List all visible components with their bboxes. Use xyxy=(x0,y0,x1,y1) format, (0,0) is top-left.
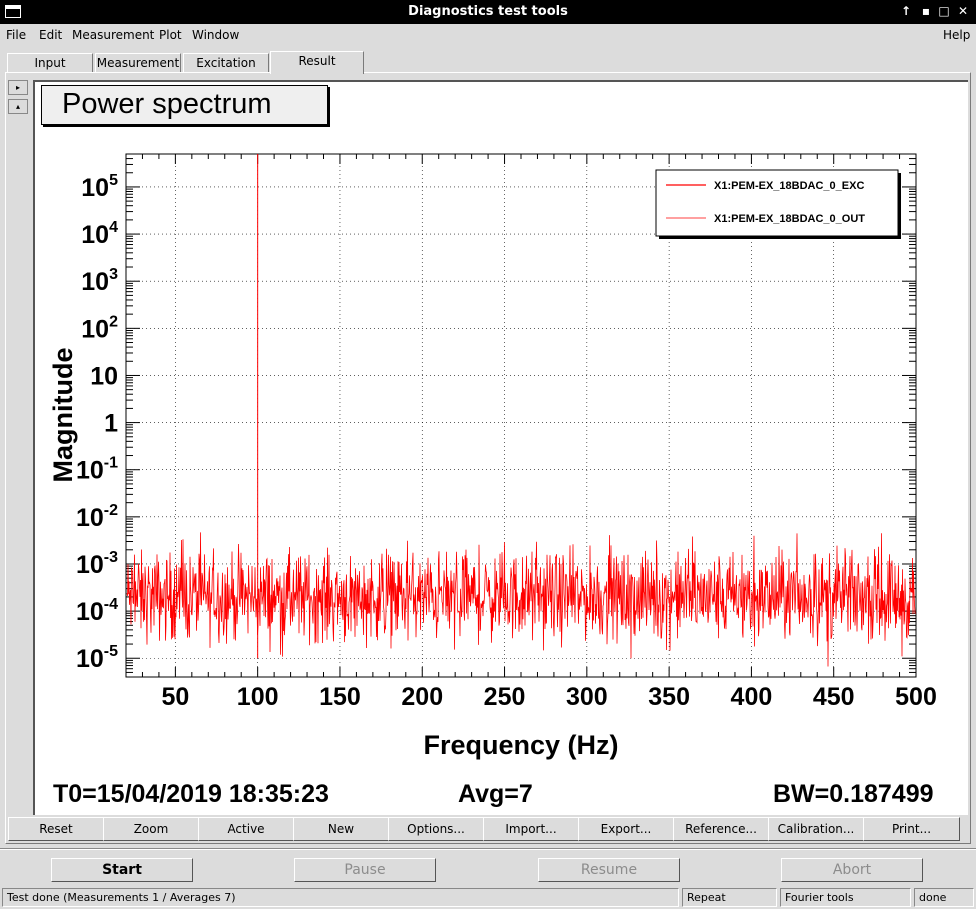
x-tick-label: 350 xyxy=(648,683,690,711)
y-tick-label: 103 xyxy=(81,266,118,296)
resume-button[interactable]: Resume xyxy=(538,858,680,882)
x-tick-label: 150 xyxy=(319,683,361,711)
y-tick-label: 10-5 xyxy=(76,643,118,673)
status-state: done xyxy=(914,888,974,907)
x-tick-label: 250 xyxy=(484,683,526,711)
zoom-button[interactable]: Zoom xyxy=(103,817,199,841)
x-tick-label: 300 xyxy=(566,683,608,711)
reset-button[interactable]: Reset xyxy=(8,817,104,841)
pause-button[interactable]: Pause xyxy=(294,858,436,882)
plot-toolbar: Reset Zoom Active New Options... Import.… xyxy=(8,817,961,841)
x-tick-label: 200 xyxy=(401,683,443,711)
x-tick-label: 450 xyxy=(813,683,855,711)
y-tick-label: 1 xyxy=(104,410,118,438)
y-tick-label: 10 xyxy=(90,362,118,390)
x-tick-label: 400 xyxy=(731,683,773,711)
avg-label: Avg=7 xyxy=(458,780,533,808)
import-button[interactable]: Import... xyxy=(483,817,579,841)
status-mode: Repeat xyxy=(682,888,777,907)
bw-label: BW=0.187499 xyxy=(773,780,934,808)
status-tool: Fourier tools xyxy=(780,888,911,907)
plot-title: Power spectrum xyxy=(41,85,328,125)
x-tick-label: 50 xyxy=(161,683,189,711)
legend-entry: X1:PEM-EX_18BDAC_0_OUT xyxy=(714,213,865,225)
active-button[interactable]: Active xyxy=(198,817,294,841)
y-tick-label: 104 xyxy=(81,219,118,249)
options-button[interactable]: Options... xyxy=(388,817,484,841)
status-message: Test done (Measurements 1 / Averages 7) xyxy=(2,888,679,907)
y-tick-label: 102 xyxy=(81,313,118,343)
y-tick-label: 10-3 xyxy=(76,549,118,579)
y-tick-label: 10-4 xyxy=(76,596,118,626)
y-axis-label: Magnitude xyxy=(48,348,78,483)
abort-button[interactable]: Abort xyxy=(781,858,923,882)
export-button[interactable]: Export... xyxy=(578,817,674,841)
status-bar: Test done (Measurements 1 / Averages 7) … xyxy=(0,887,976,909)
reference-button[interactable]: Reference... xyxy=(673,817,769,841)
tab-result[interactable]: Result xyxy=(270,51,364,74)
x-axis-label: Frequency (Hz) xyxy=(423,730,618,760)
x-tick-label: 100 xyxy=(237,683,279,711)
start-button[interactable]: Start xyxy=(51,858,193,882)
new-button[interactable]: New xyxy=(293,817,389,841)
t0-label: T0=15/04/2019 18:35:23 xyxy=(53,780,329,808)
x-tick-label: 500 xyxy=(895,683,937,711)
separator xyxy=(0,848,976,850)
y-tick-label: 10-2 xyxy=(76,502,118,532)
power-spectrum-chart[interactable]: 50 100 150 200 250 300 350 400 450 500 105 104 103 10… xyxy=(0,0,976,909)
print-button[interactable]: Print... xyxy=(863,817,960,841)
calibration-button[interactable]: Calibration... xyxy=(768,817,864,841)
legend-entry: X1:PEM-EX_18BDAC_0_EXC xyxy=(714,180,864,192)
y-tick-label: 105 xyxy=(81,172,118,202)
y-tick-label: 10-1 xyxy=(76,455,118,485)
